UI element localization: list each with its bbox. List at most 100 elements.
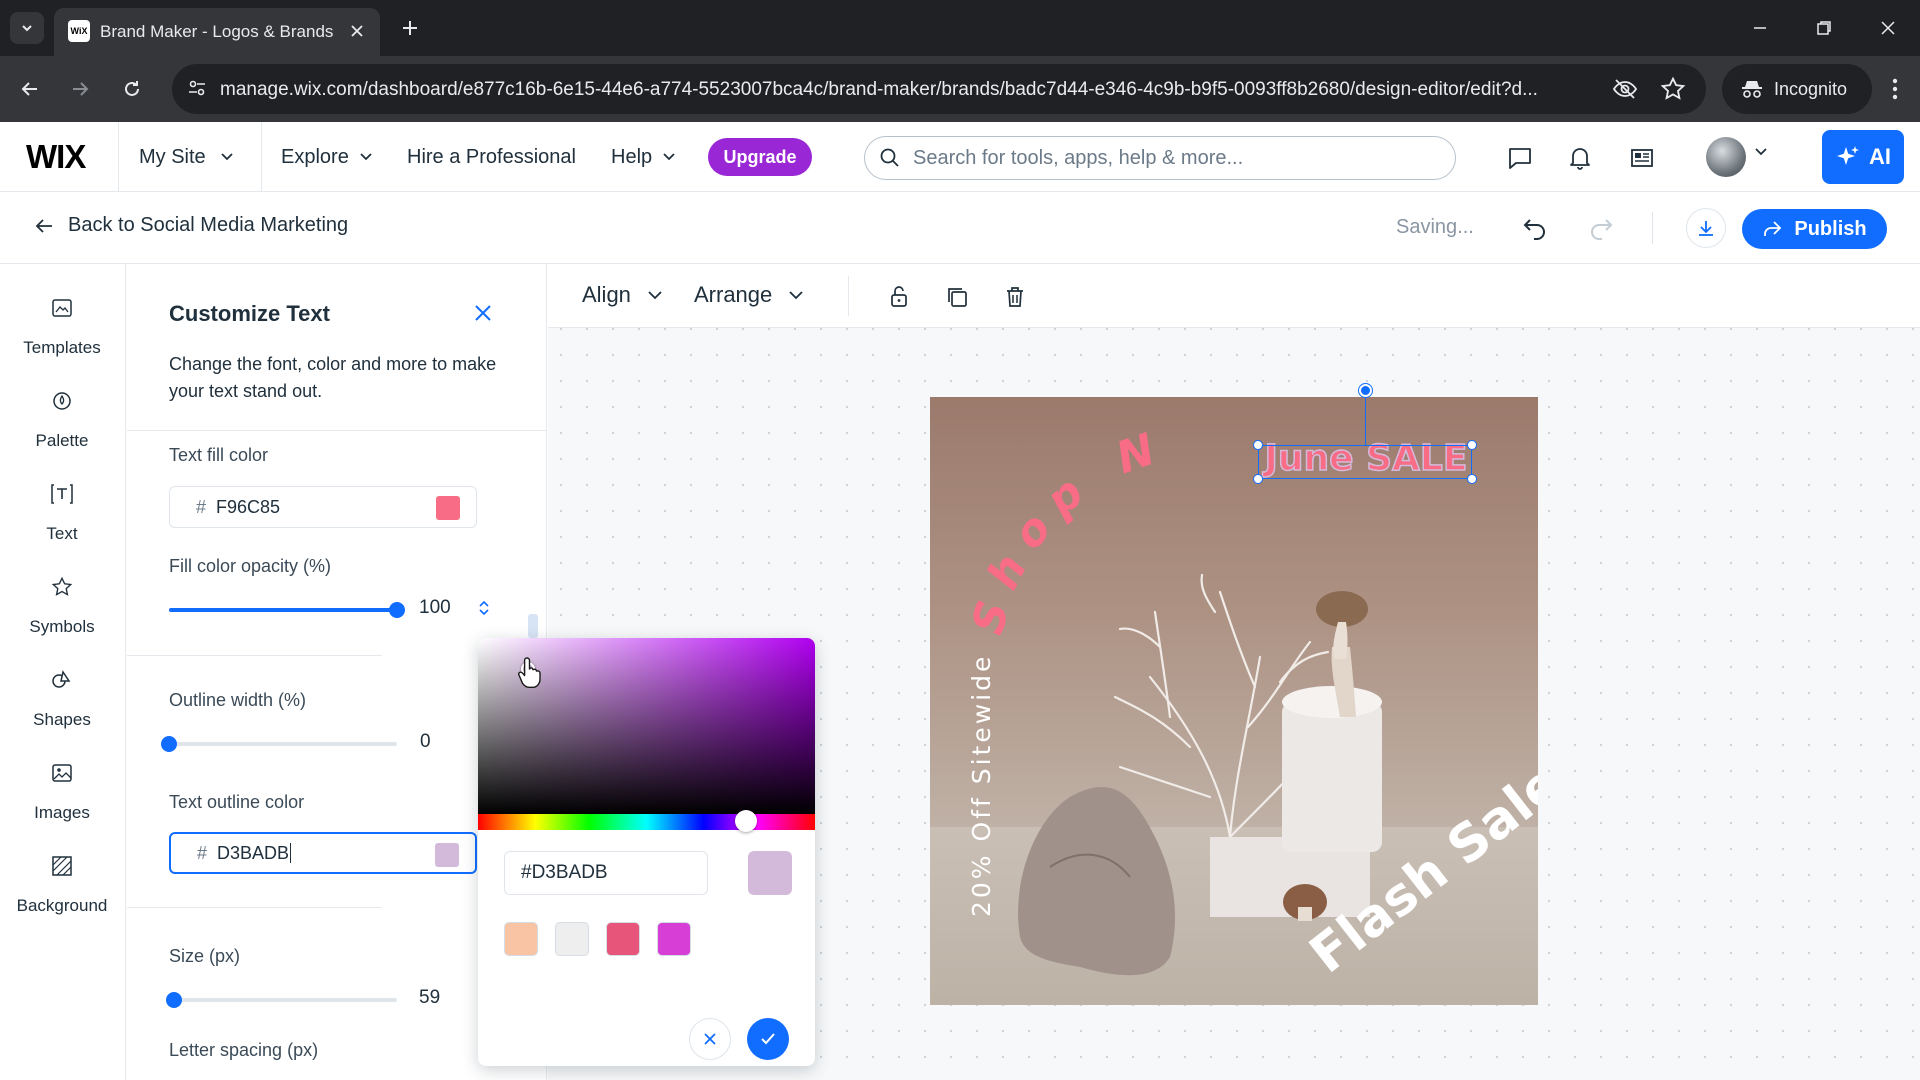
- publish-button[interactable]: Publish: [1742, 209, 1887, 249]
- chevron-down-icon[interactable]: [1754, 147, 1768, 157]
- arrange-dropdown[interactable]: Arrange: [694, 282, 804, 308]
- opacity-value[interactable]: 100: [419, 597, 451, 619]
- upgrade-button[interactable]: Upgrade: [708, 138, 812, 176]
- picker-confirm-button[interactable]: [747, 1018, 789, 1060]
- url-text[interactable]: manage.wix.com/dashboard/e877c16b-6e15-4…: [220, 79, 1580, 101]
- rotation-handle[interactable]: [1359, 384, 1372, 397]
- size-label: Size (px): [169, 946, 241, 966]
- check-icon: [761, 1033, 775, 1045]
- chevron-down-icon: [221, 153, 233, 161]
- preset-swatch[interactable]: [606, 922, 640, 956]
- size-slider[interactable]: [165, 990, 397, 1010]
- lock-button[interactable]: [884, 282, 914, 312]
- more-vertical-icon: [1892, 78, 1898, 100]
- outline-color-value[interactable]: D3BADB: [217, 843, 289, 864]
- back-to-social-link[interactable]: Back to Social Media Marketing: [34, 214, 348, 237]
- resize-handle-tl[interactable]: [1253, 440, 1263, 450]
- align-dropdown[interactable]: Align: [582, 282, 663, 308]
- rotation-line: [1365, 392, 1366, 445]
- wix-logo[interactable]: WIX: [26, 138, 86, 176]
- wix-top-bar: WIX My Site Explore Hire a Professional …: [0, 122, 1920, 192]
- ai-assistant-button[interactable]: AI: [1822, 130, 1904, 184]
- duplicate-button[interactable]: [942, 282, 972, 312]
- outline-color-input[interactable]: # D3BADB: [169, 832, 477, 874]
- messages-button[interactable]: [1504, 142, 1536, 174]
- fill-color-input[interactable]: # F96C85: [169, 486, 477, 528]
- picker-cancel-button[interactable]: [689, 1018, 731, 1060]
- eye-off-icon[interactable]: [1612, 77, 1638, 101]
- resize-handle-br[interactable]: [1467, 474, 1477, 484]
- slider-knob[interactable]: [165, 992, 182, 1008]
- rail-label: Images: [34, 803, 90, 822]
- outline-width-slider[interactable]: [161, 734, 397, 754]
- left-tool-rail: Templates Palette Text Symbols Shapes Im…: [0, 264, 126, 1080]
- scroll-indicator: [528, 614, 538, 638]
- design-artboard[interactable]: Shop Now 20% Off Sitewide Flash Sale: [930, 397, 1538, 1005]
- help-menu[interactable]: Help: [611, 122, 676, 192]
- panel-close-button[interactable]: [471, 301, 495, 325]
- preset-swatch[interactable]: [657, 922, 691, 956]
- size-value[interactable]: 59: [419, 987, 440, 1009]
- fill-color-value[interactable]: F96C85: [216, 497, 280, 518]
- hue-knob[interactable]: [735, 810, 757, 832]
- resize-handle-tr[interactable]: [1467, 440, 1477, 450]
- browser-tab[interactable]: WiX Brand Maker - Logos & Brands: [54, 8, 380, 56]
- notifications-button[interactable]: [1564, 142, 1596, 174]
- tab-list-button[interactable]: [10, 12, 44, 44]
- chat-icon: [1509, 148, 1531, 169]
- browser-menu-button[interactable]: [1880, 73, 1910, 105]
- search-input[interactable]: [913, 146, 1433, 170]
- slider-knob[interactable]: [161, 736, 177, 752]
- reload-button[interactable]: [116, 73, 148, 105]
- delete-button[interactable]: [1000, 282, 1030, 312]
- selection-box[interactable]: [1258, 445, 1472, 479]
- slider-knob[interactable]: [389, 602, 405, 618]
- rail-palette[interactable]: Palette: [0, 377, 124, 463]
- restore-icon: [1817, 21, 1831, 35]
- restore-button[interactable]: [1804, 12, 1844, 44]
- picker-hex-input[interactable]: #D3BADB: [504, 851, 708, 895]
- opacity-slider[interactable]: [169, 600, 405, 620]
- hue-slider[interactable]: [478, 814, 815, 830]
- divider: [127, 655, 382, 656]
- text-icon: [44, 476, 80, 512]
- forward-button[interactable]: [64, 73, 96, 105]
- redo-button[interactable]: [1584, 210, 1618, 244]
- outline-width-value[interactable]: 0: [420, 731, 431, 753]
- download-button[interactable]: [1686, 208, 1726, 248]
- back-button[interactable]: [14, 73, 46, 105]
- rail-images[interactable]: Images: [0, 749, 124, 835]
- bookmark-star-icon[interactable]: [1660, 76, 1686, 102]
- window-close-button[interactable]: [1868, 12, 1908, 44]
- wix-favicon-icon: WiX: [68, 20, 90, 42]
- undo-button[interactable]: [1518, 210, 1552, 244]
- new-tab-button[interactable]: [396, 14, 424, 42]
- outline-color-swatch[interactable]: [435, 843, 459, 867]
- hire-professional-link[interactable]: Hire a Professional: [407, 122, 576, 192]
- rail-background[interactable]: Background: [0, 842, 124, 928]
- opacity-stepper[interactable]: [476, 596, 492, 620]
- arrange-label: Arrange: [694, 282, 773, 307]
- fill-color-swatch[interactable]: [436, 496, 460, 520]
- share-arrow-icon: [1764, 221, 1782, 236]
- rail-text[interactable]: Text: [0, 470, 124, 556]
- preset-swatch[interactable]: [555, 922, 589, 956]
- search-bar[interactable]: [864, 136, 1456, 180]
- rail-templates[interactable]: Templates: [0, 284, 124, 370]
- explore-menu[interactable]: Explore: [281, 122, 373, 192]
- flash-sale-text: Flash Sale: [1299, 753, 1538, 985]
- user-avatar[interactable]: [1706, 137, 1746, 177]
- url-bar[interactable]: manage.wix.com/dashboard/e877c16b-6e15-4…: [172, 64, 1706, 114]
- news-button[interactable]: [1626, 142, 1658, 174]
- site-info-icon[interactable]: [186, 77, 208, 99]
- preset-swatch[interactable]: [504, 922, 538, 956]
- tab-close-button[interactable]: [346, 20, 368, 42]
- slider-fill: [169, 608, 397, 612]
- align-label: Align: [582, 282, 631, 307]
- resize-handle-bl[interactable]: [1253, 474, 1263, 484]
- rail-symbols[interactable]: Symbols: [0, 563, 124, 649]
- rail-shapes[interactable]: Shapes: [0, 656, 124, 742]
- my-site-dropdown[interactable]: My Site: [118, 122, 262, 192]
- incognito-badge[interactable]: Incognito: [1722, 64, 1872, 114]
- minimize-button[interactable]: [1740, 12, 1780, 44]
